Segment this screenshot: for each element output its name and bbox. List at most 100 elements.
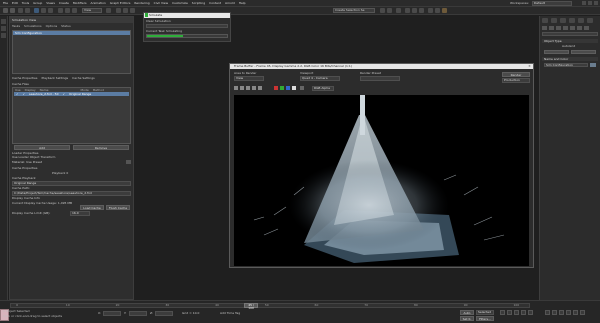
- tab-cache-settings[interactable]: Cache Settings: [72, 77, 95, 82]
- pivot-icon[interactable]: [106, 8, 111, 13]
- menu-views[interactable]: Views: [46, 0, 55, 7]
- menu-content[interactable]: Content: [209, 0, 221, 7]
- goto-start-icon[interactable]: [500, 310, 505, 315]
- copy-image-icon[interactable]: [240, 86, 244, 90]
- menu-customize[interactable]: Customize: [172, 0, 188, 7]
- scale-icon[interactable]: [72, 8, 77, 13]
- align-icon[interactable]: [387, 8, 392, 13]
- cache-files-table[interactable]: Use Display Name Mode Method ✓ ✓ seashor…: [12, 87, 131, 144]
- clear-simulation-field[interactable]: [146, 24, 228, 28]
- set-key-button[interactable]: Set K.: [460, 316, 474, 321]
- zoom-icon[interactable]: [545, 310, 550, 315]
- curve-editor-icon[interactable]: [405, 8, 410, 13]
- object-type-rollout[interactable]: Object Type: [542, 39, 598, 43]
- coord-x-field[interactable]: [103, 311, 121, 316]
- remove-button[interactable]: Remove: [73, 145, 129, 150]
- zoom-extents-icon[interactable]: [566, 310, 571, 315]
- render-icon[interactable]: [442, 8, 447, 13]
- unlink-icon[interactable]: [25, 8, 30, 13]
- previous-frame-icon[interactable]: [507, 310, 512, 315]
- menu-group[interactable]: Group: [33, 0, 42, 7]
- minimize-icon[interactable]: [582, 1, 586, 5]
- goto-end-icon[interactable]: [528, 310, 533, 315]
- render-preset-dropdown[interactable]: [360, 76, 400, 81]
- menu-create[interactable]: Create: [59, 0, 69, 7]
- tab-playback-settings[interactable]: Playback Settings: [41, 77, 68, 82]
- render-button[interactable]: Render: [502, 72, 530, 77]
- time-slider-thumb[interactable]: 45 / 100: [244, 303, 259, 310]
- strip-tool-2-icon[interactable]: [1, 26, 6, 31]
- object-type-button-2[interactable]: [571, 50, 596, 54]
- rect-select-icon[interactable]: [48, 8, 53, 13]
- menu-graph-editors[interactable]: Graph Editors: [110, 0, 131, 7]
- play-icon[interactable]: [514, 310, 519, 315]
- clone-window-icon[interactable]: [246, 86, 250, 90]
- motion-tab-icon[interactable]: [569, 18, 575, 23]
- tab-options[interactable]: Options: [46, 24, 58, 29]
- pan-icon[interactable]: [552, 310, 557, 315]
- spacewarps-icon[interactable]: [577, 26, 582, 30]
- mirror-icon[interactable]: [380, 8, 385, 13]
- menu-tools[interactable]: Tools: [22, 0, 29, 7]
- load-cache-button[interactable]: Load Cache: [80, 205, 104, 210]
- list-item[interactable]: Sim Configuration: [13, 31, 130, 35]
- menu-scripting[interactable]: Scripting: [192, 0, 205, 7]
- green-channel-icon[interactable]: [280, 86, 284, 90]
- schematic-icon[interactable]: [412, 8, 417, 13]
- display-cache-limit-checkbox[interactable]: Display Cache Limit (GB):: [12, 212, 50, 215]
- print-icon[interactable]: [252, 86, 256, 90]
- category-dropdown[interactable]: [542, 32, 598, 36]
- mono-icon[interactable]: [300, 86, 304, 90]
- time-slider-track[interactable]: 0 10 20 30 40 50 60 70 80 90 100 45 / 100: [10, 303, 530, 310]
- row-mode[interactable]: ✓: [63, 92, 66, 96]
- shapes-icon[interactable]: [549, 26, 554, 30]
- table-row[interactable]: ✓ ✓ seashore_2.fxd - 50 ✓ Original Range: [14, 92, 129, 96]
- angle-snap-icon[interactable]: [123, 8, 128, 13]
- row-display[interactable]: ✓: [23, 92, 26, 96]
- next-frame-icon[interactable]: [521, 310, 526, 315]
- alpha-channel-icon[interactable]: [292, 86, 296, 90]
- menu-animation[interactable]: Animation: [91, 0, 106, 7]
- object-name-field[interactable]: Sim Configuration: [544, 63, 588, 67]
- frame-buffer-icon[interactable]: [435, 8, 440, 13]
- material-editor-icon[interactable]: [419, 8, 424, 13]
- render-setup-icon[interactable]: [428, 8, 433, 13]
- layer-icon[interactable]: [396, 8, 401, 13]
- display-tab-icon[interactable]: [578, 18, 584, 23]
- material-preset-icon[interactable]: [126, 160, 131, 164]
- helpers-icon[interactable]: [570, 26, 575, 30]
- object-color-swatch[interactable]: [590, 63, 596, 67]
- maximize-icon[interactable]: [588, 1, 592, 5]
- row-use[interactable]: ✓: [16, 92, 19, 96]
- tab-simulations[interactable]: Simulations: [24, 24, 42, 29]
- redo-icon[interactable]: [10, 8, 15, 13]
- snap-icon[interactable]: [116, 8, 121, 13]
- red-channel-icon[interactable]: [274, 86, 278, 90]
- menu-rendering[interactable]: Rendering: [134, 0, 149, 7]
- percent-snap-icon[interactable]: [130, 8, 135, 13]
- systems-icon[interactable]: [584, 26, 589, 30]
- object-type-button-1[interactable]: [544, 50, 569, 54]
- geometry-icon[interactable]: [542, 26, 547, 30]
- select-by-name-icon[interactable]: [41, 8, 46, 13]
- workspaces-dropdown[interactable]: Default: [532, 1, 572, 6]
- close-icon[interactable]: [594, 1, 598, 5]
- cameras-icon[interactable]: [563, 26, 568, 30]
- reference-coord-dropdown[interactable]: View: [82, 8, 102, 13]
- display-cache-limit-field[interactable]: 16.0: [70, 211, 90, 216]
- selection-set-dropdown[interactable]: Create Selection Se: [333, 8, 375, 13]
- menu-file[interactable]: File: [3, 0, 8, 7]
- strip-tool-3-icon[interactable]: [1, 33, 6, 38]
- coord-z-field[interactable]: [155, 311, 173, 316]
- add-button[interactable]: Add: [14, 145, 70, 150]
- menu-civil-view[interactable]: Civil View: [154, 0, 168, 7]
- orbit-icon[interactable]: [559, 310, 564, 315]
- menu-modifiers[interactable]: Modifiers: [73, 0, 87, 7]
- hierarchy-tab-icon[interactable]: [560, 18, 566, 23]
- tab-status[interactable]: Status: [61, 24, 71, 29]
- lights-icon[interactable]: [556, 26, 561, 30]
- menu-arnold[interactable]: Arnold: [225, 0, 235, 7]
- save-image-icon[interactable]: [234, 86, 238, 90]
- modify-tab-icon[interactable]: [551, 18, 557, 23]
- production-dropdown[interactable]: Production: [502, 78, 530, 83]
